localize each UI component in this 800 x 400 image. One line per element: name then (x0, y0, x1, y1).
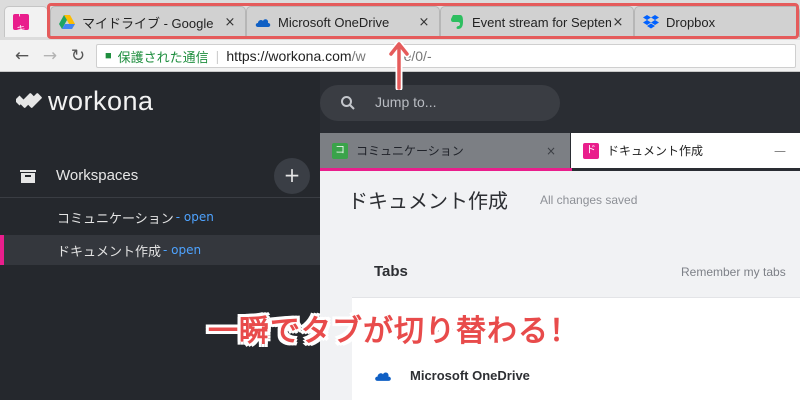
minimize-icon[interactable]: — (774, 144, 786, 158)
up-arrow-annotation-icon (388, 42, 410, 90)
workspace-status: - open (175, 210, 214, 224)
browser-tab-onedrive[interactable]: Microsoft OneDrive × (246, 6, 440, 37)
onedrive-icon (375, 372, 391, 381)
workspaces-label: Workspaces (56, 167, 139, 184)
remember-tabs-toggle[interactable]: Remember my tabs (681, 265, 786, 279)
browser-tab-evernote[interactable]: Event stream for Septem × (440, 6, 634, 37)
workspace-tab-document[interactable]: ド ドキュメント作成 — (571, 133, 800, 168)
google-drive-icon (59, 14, 75, 30)
search-icon (341, 96, 355, 110)
workspaces-header: Workspaces + (0, 156, 320, 196)
workspace-status: - open (163, 243, 202, 257)
browser-tab-google-drive[interactable]: マイドライブ - Google × (50, 6, 246, 37)
close-icon[interactable]: × (417, 15, 431, 30)
browser-tab-title: Event stream for Septem (472, 14, 611, 30)
close-icon[interactable]: × (611, 15, 625, 30)
workona-logo: workona (16, 86, 154, 117)
browser-tab-title: Dropbox (666, 14, 716, 30)
list-item-label: Microsoft OneDrive (410, 368, 530, 383)
address-bar[interactable]: ■ 保護された通信 | https://workona.com /w e/0/- (96, 44, 796, 68)
workona-logo-icon (16, 92, 42, 108)
save-status: All changes saved (540, 193, 638, 207)
close-icon[interactable]: × (546, 144, 556, 158)
inbox-icon (20, 170, 36, 183)
secure-label: 保護された通信 (117, 49, 209, 65)
browser-tab-title: マイドライブ - Google (82, 15, 214, 31)
workspace-favicon-icon: コ (332, 142, 348, 159)
workspace-tab-title: ドキュメント作成 (607, 144, 704, 158)
address-separator: | (215, 48, 220, 64)
onedrive-icon (255, 14, 271, 30)
tabs-heading: Tabs (374, 263, 408, 280)
back-arrow-icon[interactable]: ← (8, 46, 36, 66)
lock-icon: ■ (105, 50, 112, 62)
dropbox-icon (643, 14, 659, 30)
divider (0, 197, 320, 198)
workspace-name: ドキュメント作成 (57, 244, 162, 260)
brand-name: workona (48, 86, 154, 116)
browser-tab-dropbox[interactable]: Dropbox (634, 6, 800, 37)
url-host: https://workona.com (226, 48, 352, 64)
forward-arrow-icon[interactable]: → (36, 46, 64, 66)
document-panel: ドキュメント作成 All changes saved Tabs Remember… (320, 171, 800, 400)
jump-to-search[interactable]: Jump to... (320, 85, 560, 121)
evernote-icon (449, 14, 465, 30)
sidebar-item-document[interactable]: ドキュメント作成 - open (0, 235, 320, 265)
workspace-name: コミュニケーション (57, 211, 174, 227)
workspace-tab-title: コミュニケーション (356, 144, 464, 158)
list-item[interactable]: Microsoft OneDrive (374, 368, 530, 383)
browser-tab-workona[interactable]: ドキ (4, 6, 48, 37)
annotation-callout: 一瞬でタブが切り替わる！ (208, 314, 580, 349)
workspace-tab-communication[interactable]: コ コミュニケーション × (320, 133, 570, 168)
browser-tab-strip: ドキ マイドライブ - Google × Microsoft OneDrive … (0, 0, 800, 40)
reload-icon[interactable]: ↻ (64, 46, 92, 66)
search-placeholder: Jump to... (375, 94, 437, 110)
workspace-favicon-icon: ド (583, 142, 599, 159)
add-workspace-button[interactable]: + (274, 158, 310, 194)
tabs-section-header: Tabs Remember my tabs (352, 231, 800, 297)
close-icon[interactable]: × (223, 15, 237, 30)
page-title: ドキュメント作成 (348, 189, 508, 213)
workona-favicon-icon: ドキ (13, 14, 29, 30)
sidebar-item-communication[interactable]: コミュニケーション - open (0, 202, 320, 232)
browser-tab-title: Microsoft OneDrive (278, 14, 390, 30)
url-path: /w (351, 48, 366, 64)
